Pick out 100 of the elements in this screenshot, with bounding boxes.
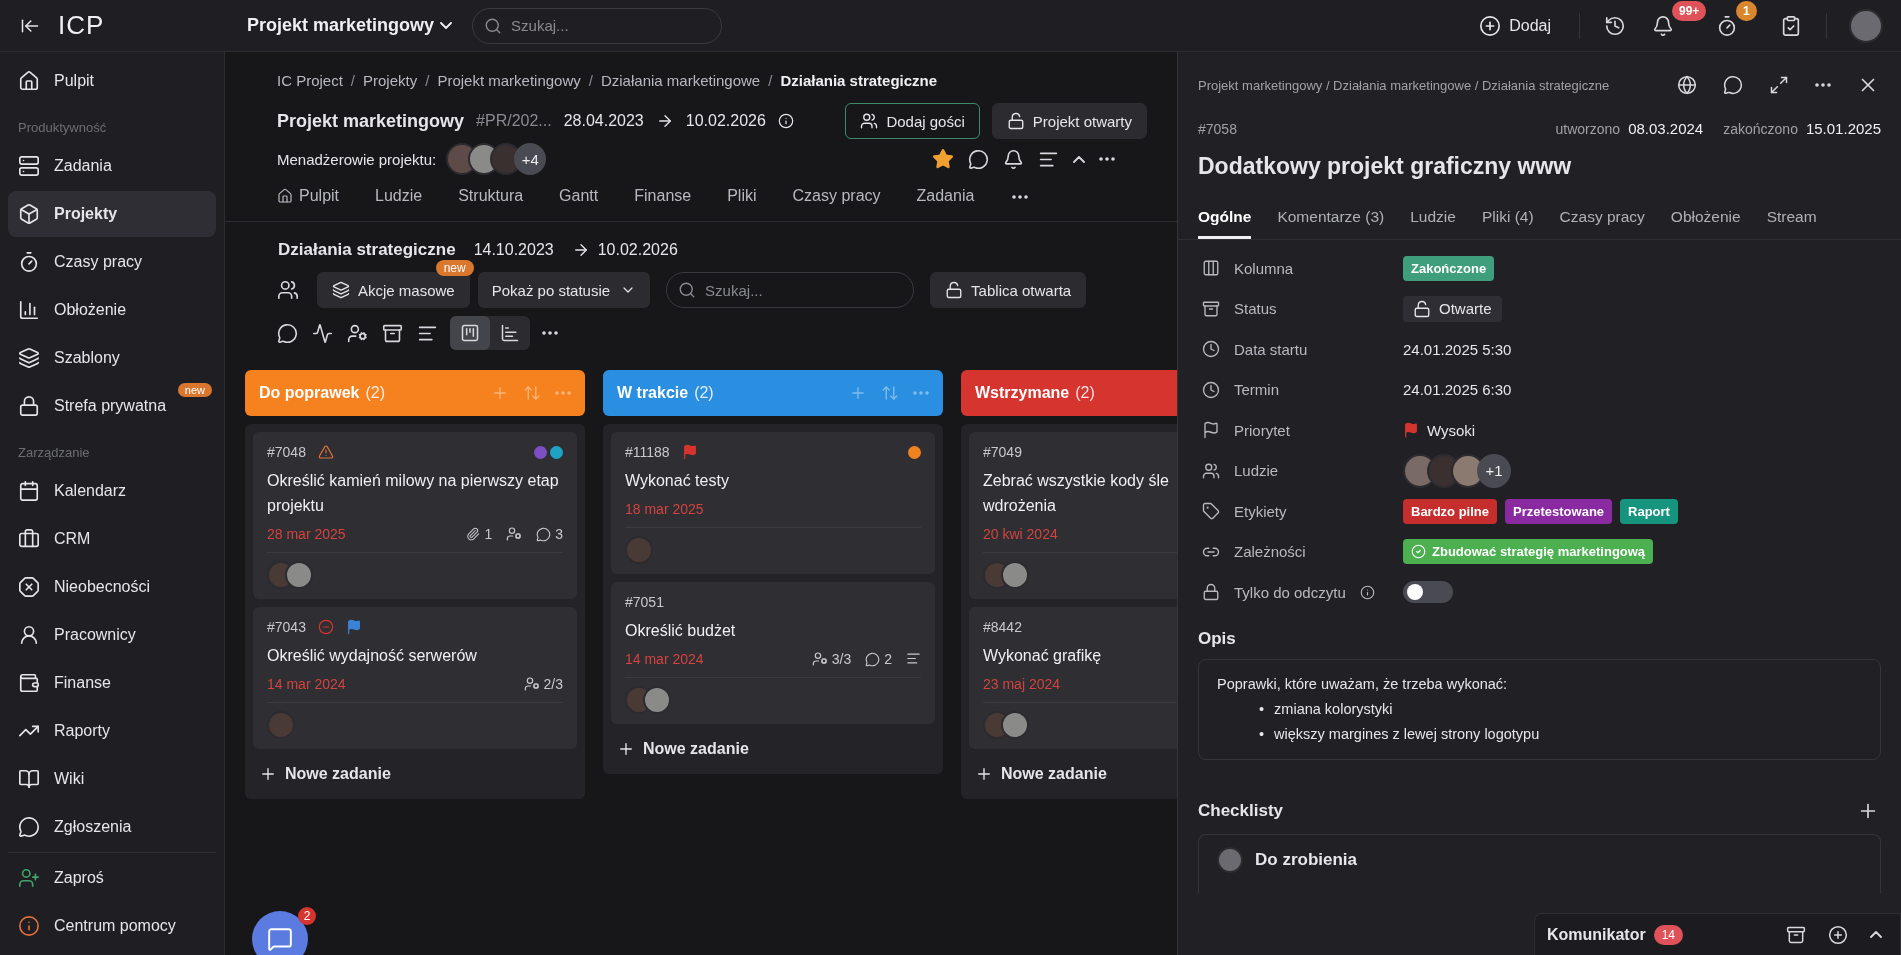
sidebar-item[interactable]: Zgłoszenia <box>8 804 216 850</box>
sidebar-item[interactable]: Projekty <box>8 191 216 237</box>
due-date: 28 mar 2025 <box>267 526 346 542</box>
project-selector[interactable]: Projekt marketingowy <box>225 15 473 36</box>
sidebar-item[interactable]: Czasy pracy <box>8 239 216 285</box>
check-circle-icon <box>1411 544 1426 560</box>
paperclip-icon <box>466 527 481 541</box>
task-tab[interactable]: Stream <box>1766 204 1817 239</box>
chevron-up-icon <box>1073 155 1085 163</box>
field-label: Kolumna <box>1234 259 1294 277</box>
sidebar-item[interactable]: Zaproś <box>8 855 216 901</box>
task-tab[interactable]: Ogólne <box>1198 204 1252 239</box>
more-button[interactable] <box>1097 155 1117 163</box>
due-date: 23 maj 2024 <box>983 676 1061 692</box>
view-toggle[interactable] <box>450 316 490 350</box>
description-box[interactable]: Poprawki, które uważam, że trzeba wykonać: • zmiana kolorystyki • większy margines z lewej strony logotypu <box>1198 658 1881 760</box>
breadcrumb-link[interactable]: IC Project <box>277 72 343 89</box>
tag[interactable]: Przetestowane <box>1505 498 1613 524</box>
breadcrumb-link[interactable]: Działania marketingowe <box>600 72 761 89</box>
board-status-button[interactable]: Tablica otwarta <box>930 272 1087 308</box>
task-tab[interactable]: Ludzie <box>1410 204 1456 239</box>
task-tab[interactable]: Pliki (4) <box>1481 204 1534 239</box>
messenger-bar[interactable]: Komunikator 14 <box>1534 913 1901 955</box>
sidebar-item[interactable]: Szablony <box>8 335 216 381</box>
chevron-down-icon <box>440 22 453 29</box>
sidebar-item[interactable]: Zadania <box>8 143 216 189</box>
project-tab[interactable]: Zadania <box>916 183 975 211</box>
project-tab[interactable]: Pliki <box>727 183 757 211</box>
project-tab[interactable]: Ludzie <box>375 183 423 211</box>
breadcrumb-link[interactable]: Projekty <box>363 72 418 89</box>
task-tab[interactable]: Komentarze (3) <box>1277 204 1385 239</box>
task-card[interactable]: #11188 Wykonać testy 18 mar 2025 <box>611 432 935 574</box>
task-card[interactable]: #7051 Określić budżet 14 mar 2024 3/3 2 <box>611 582 935 724</box>
info-icon <box>18 915 40 937</box>
task-tab[interactable]: Czasy pracy <box>1559 204 1645 239</box>
group-by-select[interactable]: Pokaż po statusie <box>477 272 651 308</box>
globe-icon <box>1677 75 1697 95</box>
due-date: 14 mar 2024 <box>267 676 346 692</box>
bulk-actions-button[interactable]: Akcje masowe <box>317 272 470 308</box>
task-card[interactable]: #7049 Zebrać wszystkie kody śle wdrożenia 20 kwi 2024 <box>969 432 1177 599</box>
task-breadcrumb: Projekt marketingowy / Działania marketingowe / Działania strategiczne <box>1198 77 1610 93</box>
add-guests-button[interactable]: Dodaj gości <box>845 103 980 139</box>
plus-icon <box>491 384 509 402</box>
new-task-button[interactable]: Nowe zadanie <box>611 732 935 766</box>
bell-icon <box>1652 14 1674 37</box>
messenger-title: Komunikator <box>1547 925 1646 944</box>
more-managers-count[interactable]: +4 <box>514 143 547 175</box>
project-tab[interactable]: Gantt <box>559 183 599 211</box>
task-card[interactable]: #8442 Wykonać grafikę 23 maj 2024 <box>969 607 1177 749</box>
project-tab[interactable]: Struktura <box>458 183 524 211</box>
sidebar-item[interactable]: Nieobecności <box>8 564 216 610</box>
sidebar-item[interactable]: Centrum pomocy <box>8 903 216 949</box>
field-label: Tylko do odczytu <box>1234 583 1346 601</box>
tag-icon <box>1202 502 1220 521</box>
project-status-button[interactable]: Projekt otwarty <box>991 103 1147 139</box>
task-card[interactable]: #7043 Określić wydajność serwerów 14 mar 2024 2/3 <box>253 607 577 749</box>
open-lock-icon <box>945 281 964 299</box>
created-date: 08.03.2024 <box>1628 120 1704 137</box>
expand-button[interactable] <box>1868 929 1884 940</box>
more-people-count[interactable]: +1 <box>1477 453 1511 488</box>
sidebar-item[interactable]: Raporty <box>8 708 216 754</box>
status-button[interactable]: Otwarte <box>1403 295 1502 322</box>
tag[interactable]: Raport <box>1620 498 1678 524</box>
sidebar-item[interactable]: Finanse <box>8 660 216 706</box>
timer-count: 1 <box>1736 0 1757 21</box>
octagon-x-icon <box>18 576 40 598</box>
new-task-button[interactable]: Nowe zadanie <box>253 757 577 791</box>
sidebar-item[interactable]: Kalendarz <box>8 468 216 514</box>
breadcrumb-link[interactable]: Działania strategiczne <box>780 72 938 89</box>
sidebar-item[interactable]: Wiki <box>8 756 216 802</box>
sidebar-item[interactable]: Pracownicy <box>8 612 216 658</box>
board-search-field[interactable]: Szukaj... <box>666 272 915 308</box>
sidebar-item[interactable]: Strefa prywatna new <box>8 383 216 429</box>
more-tabs-button[interactable] <box>1010 193 1031 201</box>
task-id: #7058 <box>1198 120 1237 137</box>
more-button[interactable] <box>540 329 560 337</box>
task-card[interactable]: #7048 Określić kamień milowy na pierwszy etap projektu 28 mar 2025 1 3 <box>253 432 577 599</box>
add-button[interactable]: Dodaj <box>1473 13 1557 38</box>
chat-badge: 2 <box>298 907 316 925</box>
breadcrumb-link[interactable]: Projekt marketingowy <box>437 72 581 89</box>
collapse-button[interactable] <box>1071 153 1087 165</box>
tag[interactable]: Bardzo pilne <box>1403 498 1497 524</box>
task-title: Określić budżet <box>625 621 737 641</box>
sidebar-item[interactable]: CRM <box>8 516 216 562</box>
sidebar-item[interactable]: Pulpit <box>8 58 216 104</box>
more-icon <box>1012 195 1029 199</box>
clipboard-check-icon <box>1780 14 1802 37</box>
chat-launcher-button[interactable] <box>252 911 308 955</box>
column-title: Wstrzymane <box>975 384 1070 402</box>
project-end-date: 10.02.2026 <box>685 112 766 130</box>
project-tab[interactable]: Pulpit <box>277 183 340 211</box>
project-tab[interactable]: Finanse <box>634 183 692 211</box>
user-avatar[interactable] <box>1849 8 1883 43</box>
search-field[interactable]: Szukaj... <box>472 7 723 44</box>
bar-chart-icon <box>500 323 520 343</box>
sidebar-item[interactable]: Obłożenie <box>8 287 216 333</box>
new-task-button[interactable]: Nowe zadanie <box>969 757 1177 791</box>
task-tab[interactable]: Obłożenie <box>1670 204 1741 239</box>
toggle-switch[interactable] <box>1403 581 1453 604</box>
project-tab[interactable]: Czasy pracy <box>792 183 881 211</box>
